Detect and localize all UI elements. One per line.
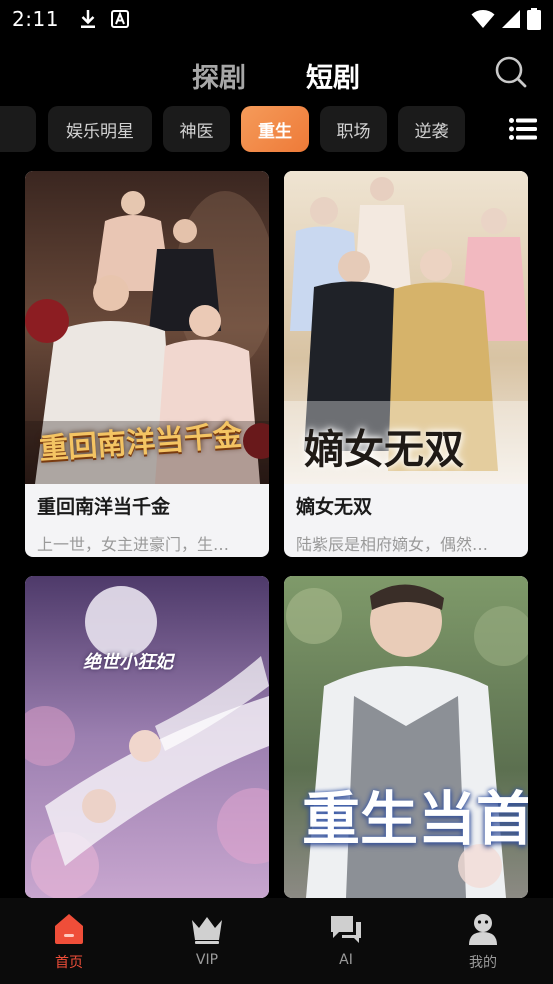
signal-icon (502, 10, 520, 28)
category-chip[interactable]: 职场 (320, 106, 387, 152)
drama-card[interactable]: 重回南洋当千金 重回南洋当千金 上一世，女主进豪门，生… (25, 171, 269, 557)
nav-profile[interactable]: 我的 (443, 912, 523, 972)
drama-card[interactable]: 嫡女无双 嫡女无双 陆紫辰是相府嫡女，偶然… (284, 171, 528, 557)
bottom-nav: 首页 VIP AI 我的 (0, 898, 553, 984)
drama-poster[interactable]: 绝世小狂妃 (25, 576, 269, 898)
nav-home[interactable]: 首页 (29, 912, 109, 972)
nav-vip-label: VIP (195, 952, 219, 968)
drama-description: 上一世，女主进豪门，生… (37, 535, 230, 554)
drama-title: 嫡女无双 (296, 496, 373, 518)
search-icon[interactable] (494, 55, 528, 89)
category-chip-partial[interactable] (0, 106, 36, 152)
poster-image (25, 576, 269, 898)
poster-title-text: 重生当首富 (302, 785, 528, 853)
status-bar: 2:11 (0, 0, 553, 38)
drama-poster[interactable]: 重回南洋当千金 (25, 171, 269, 484)
profile-icon (469, 914, 497, 945)
nav-ai[interactable]: AI (306, 912, 386, 968)
category-chip[interactable]: 神医 (163, 106, 230, 152)
drama-title: 重回南洋当千金 (37, 496, 171, 518)
drama-card[interactable]: 重生当首富 (284, 576, 528, 898)
home-icon (55, 914, 83, 944)
category-chip[interactable]: 逆袭 (398, 106, 465, 152)
drama-poster[interactable]: 嫡女无双 (284, 171, 528, 484)
status-time: 2:11 (12, 7, 59, 31)
app-notification-icon (110, 10, 129, 28)
list-menu-icon (508, 118, 537, 140)
category-chip[interactable]: 娱乐明星 (48, 106, 152, 152)
crown-icon (192, 917, 222, 944)
category-bar: 娱乐明星 神医 重生 职场 逆袭 (0, 106, 553, 152)
poster-title-text: 绝世小狂妃 (83, 652, 173, 673)
drama-description: 陆紫辰是相府嫡女，偶然… (296, 535, 489, 554)
wifi-icon (471, 10, 495, 28)
tab-short-drama[interactable]: 短剧 (306, 56, 360, 95)
category-chip-active[interactable]: 重生 (241, 106, 309, 152)
poster-title-text: 嫡女无双 (304, 426, 464, 473)
nav-ai-label: AI (339, 952, 353, 968)
battery-icon (527, 8, 541, 30)
card-info: 重回南洋当千金 上一世，女主进豪门，生… (25, 484, 269, 557)
card-info: 嫡女无双 陆紫辰是相府嫡女，偶然… (284, 484, 528, 557)
nav-profile-label: 我的 (469, 955, 497, 971)
chat-icon (331, 916, 361, 943)
drama-card[interactable]: 绝世小狂妃 (25, 576, 269, 898)
tab-explore[interactable]: 探剧 (192, 56, 246, 95)
top-nav: 探剧 短剧 (0, 52, 553, 98)
drama-poster[interactable]: 重生当首富 (284, 576, 528, 898)
category-menu-button[interactable] (480, 106, 553, 152)
nav-home-label: 首页 (55, 955, 83, 971)
download-icon (80, 10, 95, 28)
nav-vip[interactable]: VIP (167, 912, 247, 968)
